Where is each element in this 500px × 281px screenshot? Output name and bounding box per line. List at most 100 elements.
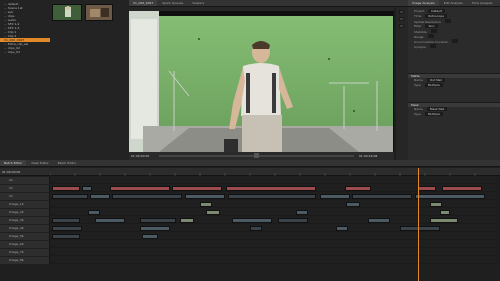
track-row: Image_1b (0, 201, 500, 208)
track-row: Image_2b (0, 209, 500, 216)
tab-image-analysis[interactable]: Image Analysis (408, 0, 439, 6)
property-value[interactable]: Mask Nail (426, 107, 448, 111)
clip[interactable] (430, 218, 458, 223)
clip[interactable] (206, 210, 220, 215)
property-value[interactable] (429, 44, 436, 48)
track-row: A1 (0, 177, 500, 184)
tool-icon[interactable] (399, 10, 404, 14)
clip[interactable] (185, 194, 225, 199)
thumbnail-image (86, 5, 112, 20)
clip[interactable] (95, 218, 125, 223)
property-row: Type Multiple (408, 112, 500, 117)
property-value[interactable] (452, 39, 459, 43)
clip[interactable] (172, 186, 222, 191)
clip[interactable] (400, 226, 440, 231)
track-header[interactable]: Image_7b (0, 249, 50, 256)
tab-batch-editor[interactable]: Batch Editor (0, 160, 27, 166)
track-row: Image_5b (0, 233, 500, 240)
property-value[interactable]: Sinc (425, 24, 438, 28)
clip[interactable] (52, 194, 88, 199)
clip[interactable] (226, 186, 316, 191)
track-row: V1 (0, 185, 500, 192)
clip[interactable] (352, 194, 412, 199)
tool-icon[interactable] (399, 24, 404, 28)
clip[interactable] (336, 226, 348, 231)
clip[interactable] (278, 218, 308, 223)
clip[interactable] (320, 194, 350, 199)
clip-thumbnail[interactable] (85, 4, 113, 21)
track-header[interactable]: Image_6b (0, 241, 50, 248)
property-value[interactable]: Rotoscope (425, 14, 447, 18)
property-value[interactable]: Default (428, 9, 446, 13)
playhead[interactable] (418, 168, 419, 281)
clip[interactable] (250, 226, 262, 231)
tab-desk-editor[interactable]: Desk Editor (27, 160, 52, 166)
clip[interactable] (180, 218, 194, 223)
property-value[interactable]: Multiple (424, 112, 443, 116)
track-header[interactable]: V1 (0, 193, 50, 200)
tab-batch-editor-2[interactable]: Batch Editor (54, 160, 80, 166)
timeline-ruler[interactable]: 01:00:00:00 (0, 168, 500, 176)
properties-panel: Image Analysis Edit Analysis Time Analys… (408, 0, 500, 168)
clip[interactable] (52, 234, 80, 239)
track-header[interactable]: A1 (0, 177, 50, 184)
clip[interactable] (345, 186, 371, 191)
clip[interactable] (346, 202, 360, 207)
clip[interactable] (440, 210, 450, 215)
clip[interactable] (142, 234, 158, 239)
clip[interactable] (442, 186, 482, 191)
clip[interactable] (368, 218, 390, 223)
clip-thumbnail[interactable] (52, 4, 82, 21)
video-viewer[interactable] (129, 11, 394, 152)
viewer-transport: 01:00:00:00 01:00:24:08 (129, 152, 394, 160)
clip[interactable] (52, 226, 82, 231)
viewer-frame (129, 11, 393, 152)
clip[interactable] (90, 194, 110, 199)
track-header[interactable]: V1 (0, 185, 50, 192)
clip[interactable] (52, 218, 80, 223)
track-header[interactable]: Image_8b (0, 257, 50, 264)
track-header[interactable]: Image_2b (0, 209, 50, 216)
viewer-play-button[interactable] (254, 153, 259, 158)
property-value[interactable]: Multiple (424, 83, 443, 87)
clip[interactable] (140, 226, 170, 231)
tab-viewer[interactable]: V1_020_0027 (129, 0, 158, 6)
clip[interactable] (418, 186, 436, 191)
track-header[interactable]: Image_4b (0, 225, 50, 232)
tool-icon[interactable] (399, 17, 404, 21)
tab-time-analysis[interactable]: Time Analysis (468, 0, 497, 6)
clip[interactable] (112, 194, 182, 199)
thumbnail-image (53, 5, 81, 20)
tab-spark-queues[interactable]: Spark Queues (158, 0, 187, 6)
clip[interactable] (228, 194, 316, 199)
clip[interactable] (140, 218, 176, 223)
clip[interactable] (82, 186, 92, 191)
track-row: Image_3b (0, 217, 500, 224)
clip[interactable] (415, 194, 485, 199)
timecode-left: 01:00:00:00 (131, 154, 150, 158)
clip[interactable] (232, 218, 272, 223)
track-header[interactable]: Image_1b (0, 201, 50, 208)
tab-edit-analysis[interactable]: Edit Analysis (440, 0, 467, 6)
tree-item[interactable]: ... clips_03 (0, 50, 50, 54)
clip[interactable] (430, 202, 442, 207)
tab-viewers[interactable]: Viewers (188, 0, 208, 6)
property-value[interactable] (430, 29, 437, 33)
media-tree: ... default ... Scene 1st ... sub ... cl… (0, 2, 50, 54)
property-value[interactable]: Out Nail (426, 78, 446, 82)
clip[interactable] (52, 186, 80, 191)
clip[interactable] (200, 202, 212, 207)
clip[interactable] (88, 210, 100, 215)
properties-icon-strip (396, 7, 408, 160)
track-row: Image_8b (0, 257, 500, 264)
property-value[interactable] (427, 34, 434, 38)
clip[interactable] (296, 210, 308, 215)
timeline-panel: Batch Editor Desk Editor Batch Editor 01… (0, 160, 500, 281)
viewer-tabbar: V1_020_0027 Spark Queues Viewers (129, 0, 408, 7)
media-library-panel: ... default ... Scene 1st ... sub ... cl… (0, 0, 129, 160)
timecode-right: 01:00:24:08 (359, 154, 378, 158)
track-header[interactable]: Image_3b (0, 217, 50, 224)
property-value[interactable] (444, 19, 451, 23)
clip[interactable] (110, 186, 170, 191)
track-header[interactable]: Image_5b (0, 233, 50, 240)
